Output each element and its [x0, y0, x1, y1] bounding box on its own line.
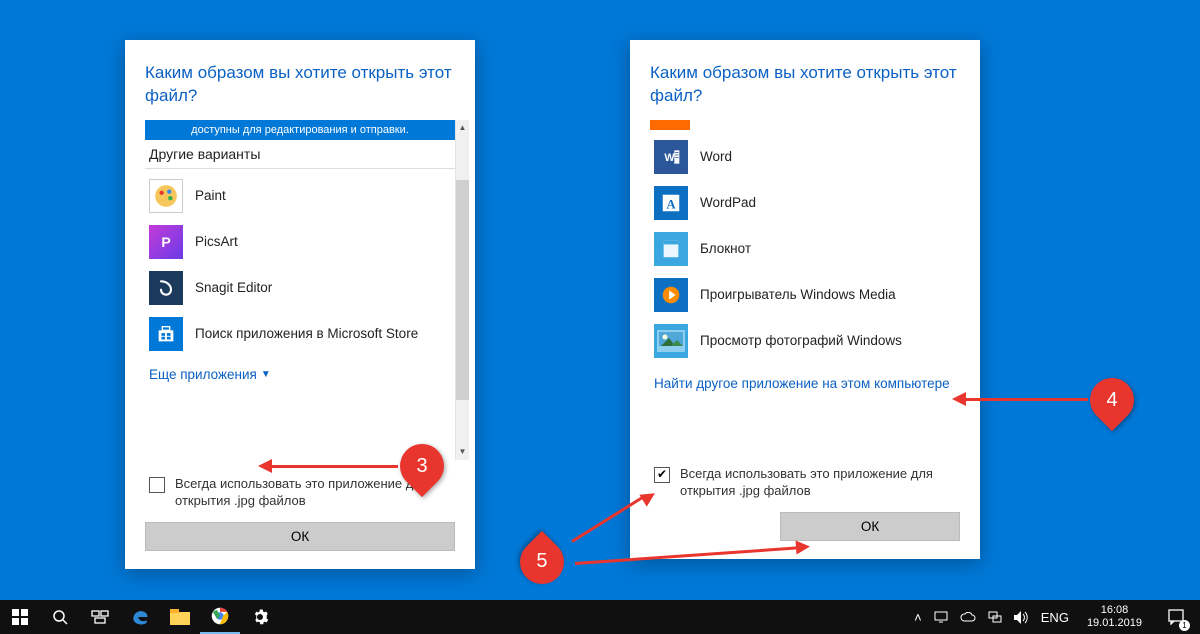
app-label: Snagit Editor [195, 280, 272, 295]
notification-center[interactable]: 1 [1160, 600, 1192, 634]
settings-icon[interactable] [240, 600, 280, 634]
ok-button[interactable]: ОК [780, 512, 960, 541]
notification-count: 1 [1179, 620, 1190, 631]
app-row-picsart[interactable]: P PicsArt [145, 219, 455, 265]
svg-text:W: W [664, 152, 675, 164]
taskview-button[interactable] [80, 600, 120, 634]
partial-app-icon [650, 120, 690, 130]
always-use-label: Всегда использовать это приложение для о… [680, 466, 956, 500]
annotation-arrow-4 [964, 398, 1088, 401]
tray-monitor-icon[interactable] [934, 611, 948, 623]
taskbar-clock[interactable]: 16:08 19.01.2019 [1081, 604, 1148, 629]
app-row-snagit[interactable]: Snagit Editor [145, 265, 455, 311]
find-another-app-link[interactable]: Найти другое приложение на этом компьюте… [650, 364, 960, 395]
tray-chevron-icon[interactable]: ˄ [914, 610, 922, 625]
clock-date: 19.01.2019 [1087, 617, 1142, 630]
annotation-arrow-3 [270, 465, 398, 468]
notepad-icon [654, 232, 688, 266]
app-label: Paint [195, 188, 226, 203]
tray-volume-icon[interactable] [1014, 611, 1029, 624]
open-with-dialog-right: Каким образом вы хотите открыть этот фай… [630, 40, 980, 559]
arrow-head-icon [258, 459, 272, 473]
store-icon [149, 317, 183, 351]
scroll-up-icon[interactable]: ▲ [456, 120, 469, 136]
app-label: PicsArt [195, 234, 238, 249]
tray-network-icon[interactable] [988, 611, 1002, 623]
app-row-word[interactable]: W Word [650, 134, 960, 180]
svg-text:A: A [666, 197, 676, 211]
picsart-icon: P [149, 225, 183, 259]
app-row-paint[interactable]: Paint [145, 173, 455, 219]
app-row-msstore[interactable]: Поиск приложения в Microsoft Store [145, 311, 455, 357]
app-label: Проигрыватель Windows Media [700, 287, 896, 302]
search-button[interactable] [40, 600, 80, 634]
always-use-checkbox-checked[interactable]: ✔ [654, 467, 670, 483]
taskbar: ˄ ENG 16:08 19.01.2019 1 [0, 600, 1200, 634]
scroll-thumb[interactable] [456, 180, 469, 400]
annotation-balloon-4: 4 [1081, 369, 1143, 431]
dialog-title: Каким образом вы хотите открыть этот фай… [650, 62, 960, 108]
wmp-icon [654, 278, 688, 312]
edge-icon[interactable] [120, 600, 160, 634]
chrome-icon[interactable] [200, 600, 240, 634]
scrollbar[interactable]: ▲ ▼ [455, 120, 469, 460]
start-button[interactable] [0, 600, 40, 634]
always-use-checkbox[interactable] [149, 477, 165, 493]
dialog-title: Каким образом вы хотите открыть этот фай… [145, 62, 455, 108]
app-row-wmp[interactable]: Проигрыватель Windows Media [650, 272, 960, 318]
arrow-head-icon [952, 392, 966, 406]
tray-cloud-icon[interactable] [960, 612, 976, 623]
paint-icon [149, 179, 183, 213]
always-use-row[interactable]: ✔ Всегда использовать это приложение для… [650, 450, 960, 512]
app-label: Просмотр фотографий Windows [700, 333, 902, 348]
snagit-icon [149, 271, 183, 305]
wordpad-icon: A [654, 186, 688, 220]
app-label: Word [700, 149, 732, 164]
section-header: Другие варианты [145, 140, 455, 169]
app-label: Блокнот [700, 241, 751, 256]
app-row-notepad[interactable]: Блокнот [650, 226, 960, 272]
app-row-wordpad[interactable]: A WordPad [650, 180, 960, 226]
word-icon: W [654, 140, 688, 174]
app-label: Поиск приложения в Microsoft Store [195, 326, 418, 341]
more-apps-link[interactable]: Еще приложения ▼ [145, 357, 275, 384]
scroll-down-icon[interactable]: ▼ [456, 444, 469, 460]
recommended-hint: доступны для редактирования и отправки. [145, 120, 455, 140]
chevron-down-icon: ▼ [261, 369, 271, 380]
annotation-balloon-5: 5 [511, 531, 573, 593]
photoviewer-icon [654, 324, 688, 358]
more-apps-label: Еще приложения [149, 367, 257, 382]
explorer-icon[interactable] [160, 600, 200, 634]
app-label: WordPad [700, 195, 756, 210]
app-row-photoviewer[interactable]: Просмотр фотографий Windows [650, 318, 960, 364]
language-indicator[interactable]: ENG [1041, 610, 1069, 625]
ok-button[interactable]: ОК [145, 522, 455, 551]
clock-time: 16:08 [1087, 604, 1142, 617]
